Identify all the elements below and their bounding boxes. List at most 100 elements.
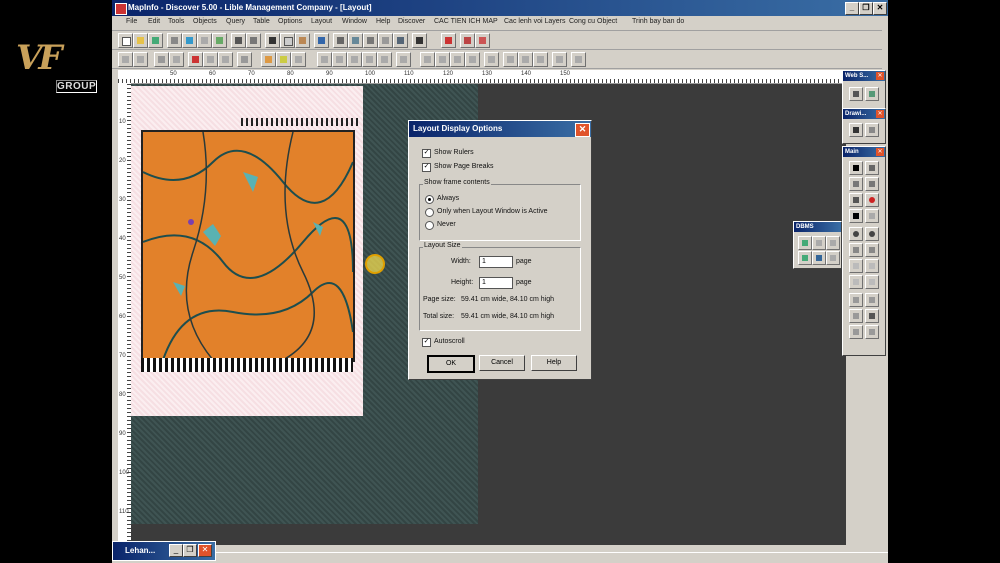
new-grapher-icon[interactable]	[363, 33, 378, 48]
discover-tool-13-icon[interactable]	[332, 52, 347, 67]
new-browser-icon[interactable]	[333, 33, 348, 48]
discover-tool-23-icon[interactable]	[503, 52, 518, 67]
change-view-icon[interactable]	[849, 243, 863, 257]
grabber-hand-icon[interactable]	[865, 243, 879, 257]
set-target-icon[interactable]	[865, 325, 879, 339]
run-icon[interactable]	[441, 33, 456, 48]
dbms-b-icon[interactable]	[798, 251, 812, 265]
web-service-b-icon[interactable]	[865, 87, 879, 101]
info-tool-icon[interactable]	[849, 259, 863, 273]
minimized-window[interactable]: Lehan... _ ❐ ✕	[112, 541, 216, 561]
help-button[interactable]: Help	[531, 355, 577, 371]
mini-restore-button[interactable]: ❐	[183, 544, 197, 557]
discover-tool-12-icon[interactable]	[317, 52, 332, 67]
discover-tool-8-icon[interactable]	[237, 52, 252, 67]
statistics-icon[interactable]	[865, 309, 879, 323]
dbms-palette-title[interactable]: DBMS	[794, 222, 841, 232]
dialog-title-bar[interactable]: Layout Display Options ✕	[409, 121, 591, 137]
frame-never-radio[interactable]	[425, 221, 434, 230]
help-icon[interactable]	[412, 33, 427, 48]
zoom-in-icon[interactable]	[849, 227, 863, 241]
menu-tools[interactable]: Tools	[168, 18, 184, 25]
drawing-palette-close-icon[interactable]: ✕	[876, 110, 884, 118]
discover-tool-14-icon[interactable]	[347, 52, 362, 67]
discover-tool-5-icon[interactable]	[188, 52, 203, 67]
hotlink-icon[interactable]	[865, 259, 879, 273]
discover-tool-2-icon[interactable]	[133, 52, 148, 67]
show-legend-icon[interactable]	[849, 309, 863, 323]
dbms-d-icon[interactable]	[826, 251, 840, 265]
show-page-breaks-label[interactable]: Show Page Breaks	[434, 163, 494, 170]
layer-control-icon[interactable]	[849, 293, 863, 307]
frame-active-label[interactable]: Only when Layout Window is Active	[437, 208, 548, 215]
discover-tool-6-icon[interactable]	[203, 52, 218, 67]
discover-tool-10-icon[interactable]	[276, 52, 291, 67]
discover-tool-3-icon[interactable]	[154, 52, 169, 67]
draw-tool-icon[interactable]	[849, 123, 863, 137]
menu-objects[interactable]: Objects	[193, 18, 217, 25]
autoscroll-checkbox[interactable]: ✓	[422, 338, 431, 347]
line-tool-icon[interactable]	[865, 123, 879, 137]
mini-close-button[interactable]: ✕	[198, 544, 212, 557]
discover-tool-26-icon[interactable]	[552, 52, 567, 67]
ruler-tool-icon[interactable]	[865, 293, 879, 307]
radius-select-icon[interactable]	[849, 177, 863, 191]
copy-icon[interactable]	[280, 33, 295, 48]
cancel-button[interactable]: Cancel	[479, 355, 525, 371]
select-arrow-icon[interactable]	[849, 161, 863, 175]
browser-icon[interactable]	[231, 33, 246, 48]
web-service-a-icon[interactable]	[849, 87, 863, 101]
undo-icon[interactable]	[314, 33, 329, 48]
marquee-select-icon[interactable]	[865, 161, 879, 175]
frame-always-radio[interactable]	[425, 195, 434, 204]
map-frame[interactable]	[141, 130, 355, 362]
frame-never-label[interactable]: Never	[437, 221, 456, 228]
layout-page[interactable]	[131, 86, 363, 416]
print-icon[interactable]	[246, 33, 261, 48]
dbms-open-icon[interactable]	[798, 236, 812, 250]
frame-always-label[interactable]: Always	[437, 195, 459, 202]
print-setup-icon[interactable]	[197, 33, 212, 48]
mini-minimize-button[interactable]: _	[169, 544, 183, 557]
save-icon[interactable]	[167, 33, 182, 48]
discover-tool-16-icon[interactable]	[377, 52, 392, 67]
discover-tool-19-icon[interactable]	[435, 52, 450, 67]
tool-b-icon[interactable]	[475, 33, 490, 48]
discover-tool-20-icon[interactable]	[450, 52, 465, 67]
menu-object-tools[interactable]: Cong cu Object	[569, 18, 617, 25]
discover-tool-11-icon[interactable]	[291, 52, 306, 67]
invert-select-icon[interactable]	[865, 209, 879, 223]
horizontal-scrollbar[interactable]	[112, 552, 888, 563]
show-rulers-checkbox[interactable]: ✓	[422, 149, 431, 158]
menu-trinh-bay[interactable]: Trinh bay ban do	[632, 18, 684, 25]
frame-active-radio[interactable]	[425, 208, 434, 217]
show-page-breaks-checkbox[interactable]: ✓	[422, 163, 431, 172]
clip-region-icon[interactable]	[849, 325, 863, 339]
menu-file[interactable]: File	[126, 18, 137, 25]
polygon-select-icon[interactable]	[865, 177, 879, 191]
dbms-c-icon[interactable]	[812, 251, 826, 265]
save-table-icon[interactable]	[182, 33, 197, 48]
open-workspace-icon[interactable]	[148, 33, 163, 48]
zoom-out-icon[interactable]	[865, 227, 879, 241]
title-bar[interactable]: MapInfo - Discover 5.00 - Lible Manageme…	[112, 0, 888, 16]
height-input[interactable]: 1	[479, 277, 513, 289]
menu-query[interactable]: Query	[226, 18, 245, 25]
discover-tool-27-icon[interactable]	[571, 52, 586, 67]
discover-tool-17-icon[interactable]	[396, 52, 411, 67]
web-palette-close-icon[interactable]: ✕	[876, 72, 884, 80]
drag-map-icon[interactable]	[865, 275, 879, 289]
discover-tool-1-icon[interactable]	[118, 52, 133, 67]
show-rulers-label[interactable]: Show Rulers	[434, 149, 474, 156]
open-icon[interactable]	[133, 33, 148, 48]
ok-button[interactable]: OK	[427, 355, 475, 373]
menu-edit[interactable]: Edit	[148, 18, 160, 25]
discover-tool-9-icon[interactable]	[261, 52, 276, 67]
tool-a-icon[interactable]	[460, 33, 475, 48]
discover-tool-4-icon[interactable]	[169, 52, 184, 67]
close-button[interactable]: ✕	[873, 2, 887, 15]
discover-tool-7-icon[interactable]	[218, 52, 233, 67]
discover-tool-22-icon[interactable]	[484, 52, 499, 67]
label-tool-icon[interactable]	[849, 275, 863, 289]
boundary-select-icon[interactable]	[849, 193, 863, 207]
